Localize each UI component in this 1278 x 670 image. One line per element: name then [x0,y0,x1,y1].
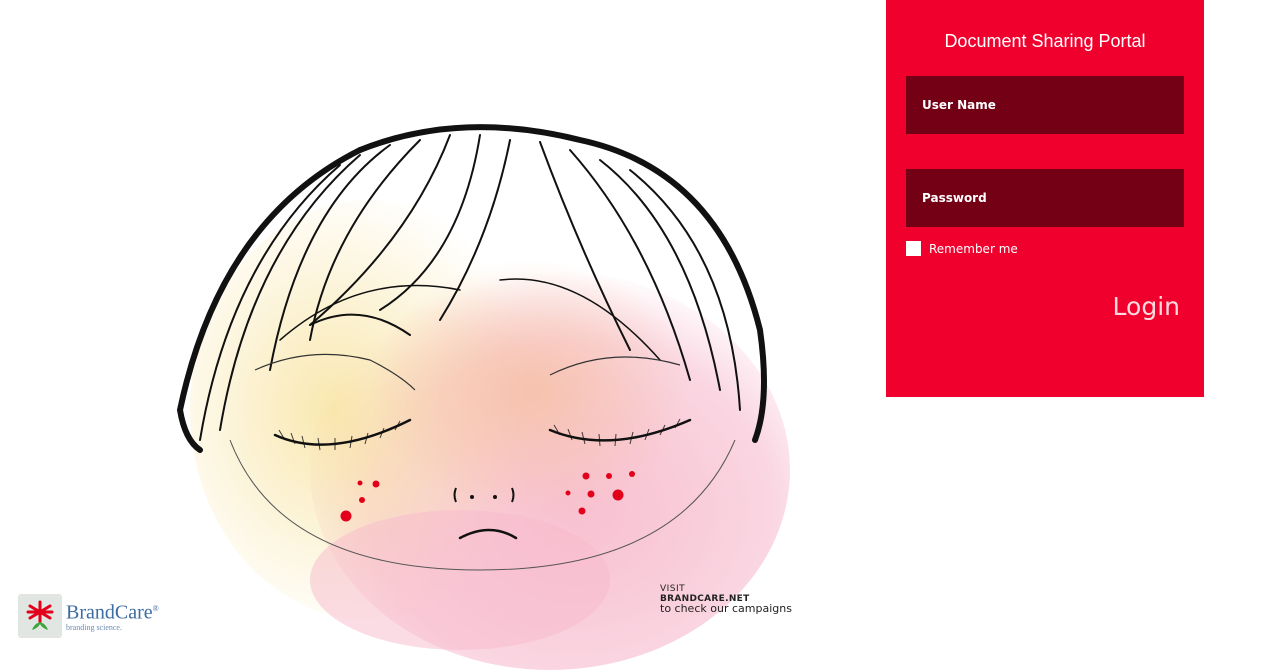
campaign-tagline: to check our campaigns [660,602,792,615]
portal-title: Document Sharing Portal [944,31,1146,51]
remember-me[interactable]: Remember me [906,241,1018,256]
login-panel: Document Sharing Portal Remember me Logi… [886,0,1204,397]
password-field[interactable] [906,169,1184,227]
username-field[interactable] [906,76,1184,134]
brand-name: BrandCare® [66,601,159,624]
flower-logo-icon [18,594,62,638]
remember-me-label: Remember me [929,241,1018,256]
brand-tagline: branding science. [66,622,122,632]
login-button[interactable]: Login [1113,292,1180,321]
campaign-caption: VISIT BRANDCARE.NET to check our campaig… [660,584,792,614]
campaign-visit-label: VISIT [660,584,686,594]
remember-me-checkbox[interactable] [906,241,921,256]
brandcare-logo[interactable]: BrandCare® branding science. [18,593,166,639]
